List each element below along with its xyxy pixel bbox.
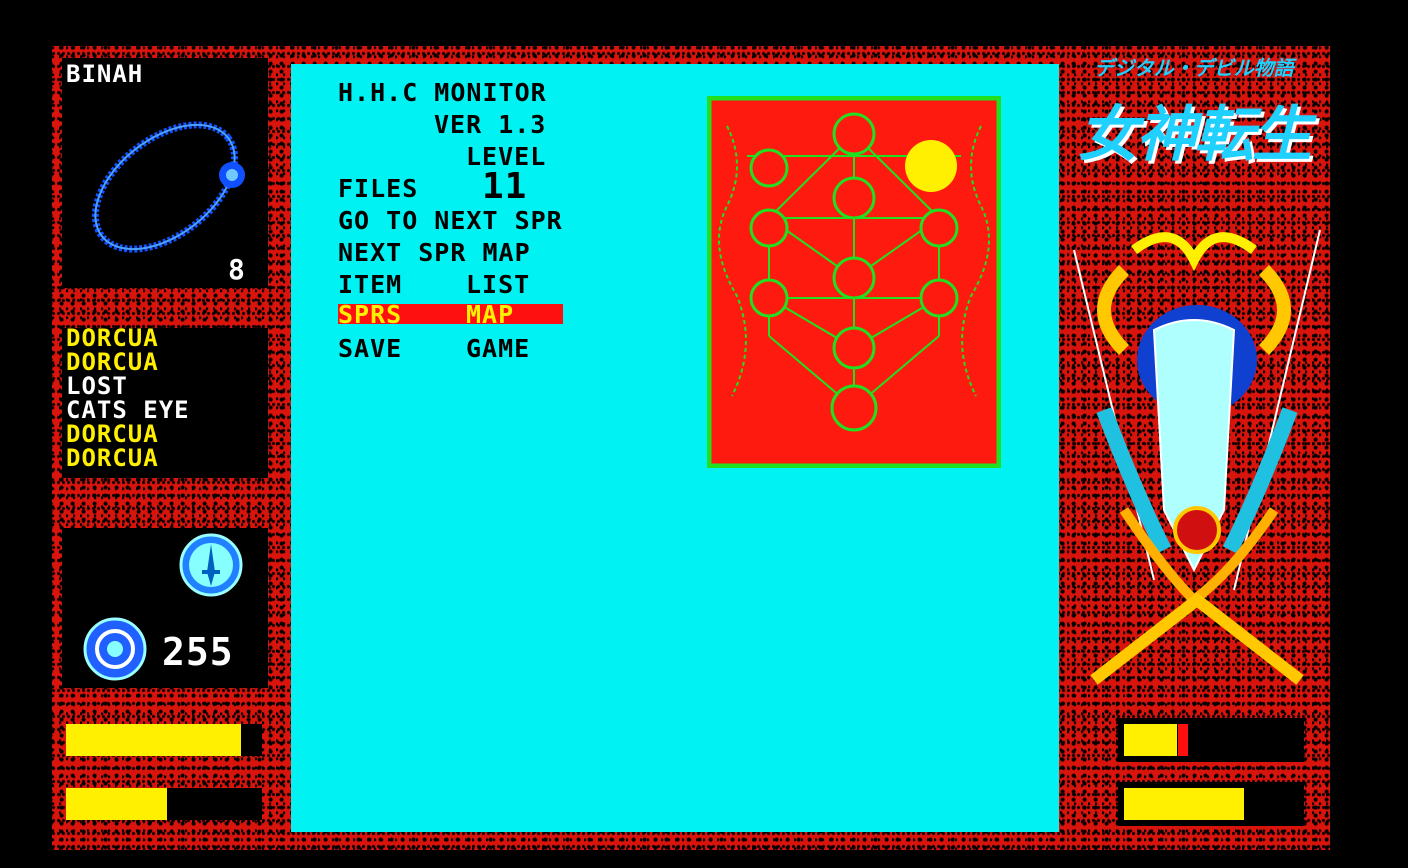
party-member[interactable]: CATS EYE (66, 398, 190, 422)
party-member[interactable]: DORCUA (66, 326, 190, 350)
logo-title: 女神転生 (1078, 100, 1312, 170)
menu-sprs[interactable]: SPRS (338, 300, 402, 329)
sword-emblem-icon[interactable] (178, 532, 244, 598)
logo-subtitle: デジタル・デビル物語 (1094, 56, 1294, 80)
magnetite-count: 255 (162, 630, 234, 674)
location-name: BINAH (66, 60, 144, 88)
enemy-gauge (1124, 724, 1177, 756)
party-member[interactable]: DORCUA (66, 422, 190, 446)
party-member[interactable]: LOST (66, 374, 190, 398)
magnetite-icon (83, 617, 147, 681)
enemy-gauge-marker (1178, 724, 1188, 756)
menu-list[interactable]: LIST (466, 270, 530, 299)
files-label: FILES (338, 174, 419, 203)
menu-game[interactable]: GAME (466, 334, 530, 363)
menu-save[interactable]: SAVE (338, 334, 402, 363)
monitor-title: H.H.C MONITOR (338, 78, 547, 107)
party-member[interactable]: DORCUA (66, 446, 190, 470)
current-sephira-marker (905, 140, 957, 192)
menu-item[interactable]: ITEM (338, 270, 402, 299)
hp-gauge (66, 724, 241, 756)
compass-number: 8 (228, 253, 246, 286)
time-gauge (1124, 788, 1244, 820)
mp-gauge (66, 788, 167, 820)
demon-portrait (1073, 229, 1321, 685)
monitor-version: VER 1.3 (434, 110, 547, 139)
party-member[interactable]: DORCUA (66, 350, 190, 374)
menu-go-next-spr[interactable]: GO TO NEXT SPR (338, 206, 563, 235)
menu-next-spr-map[interactable]: NEXT SPR MAP (338, 238, 531, 267)
level-value: 11 (482, 166, 528, 207)
ring-icon (91, 121, 245, 253)
party-list: DORCUA DORCUA LOST CATS EYE DORCUA DORCUA (66, 326, 190, 470)
menu-map[interactable]: MAP (466, 300, 514, 329)
sephirot-map (707, 96, 1001, 468)
